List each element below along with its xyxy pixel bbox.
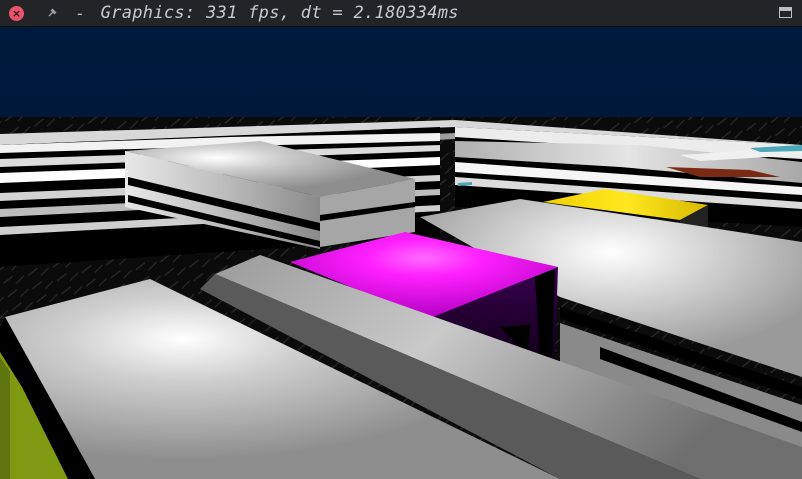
window-title: Graphics: 331 fps, dt = 2.180334ms xyxy=(100,3,459,23)
title-separator: - xyxy=(75,3,85,23)
window-titlebar: × - Graphics: 331 fps, dt = 2.180334ms xyxy=(0,0,802,27)
pin-icon[interactable] xyxy=(45,6,59,20)
maximize-icon[interactable] xyxy=(779,7,792,18)
close-icon[interactable]: × xyxy=(9,5,24,21)
olive-block-shadow xyxy=(0,357,10,479)
3d-viewport[interactable] xyxy=(0,27,802,479)
app-window: × - Graphics: 331 fps, dt = 2.180334ms xyxy=(0,0,802,479)
